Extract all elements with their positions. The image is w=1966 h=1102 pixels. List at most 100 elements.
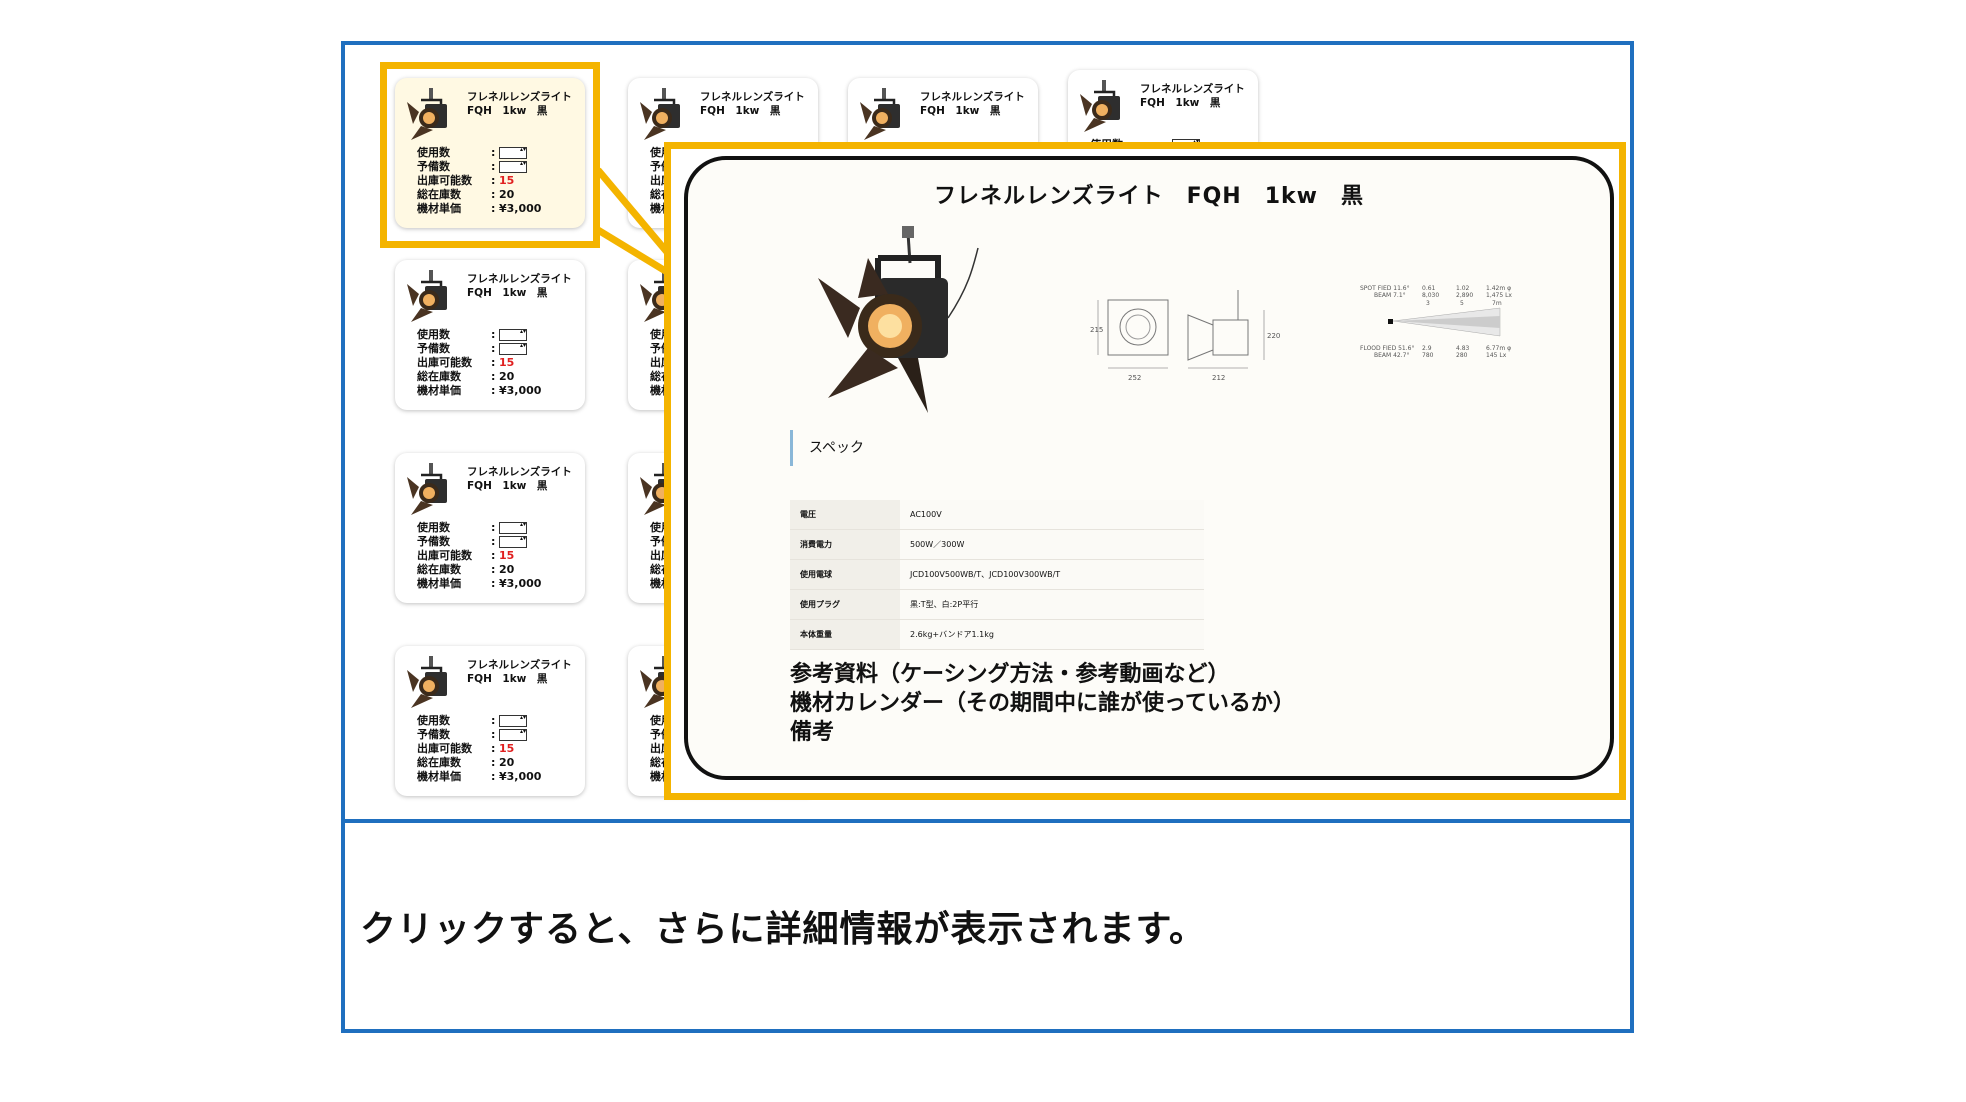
available-row: 出庫可能数:15 — [417, 742, 541, 756]
reference-materials-link[interactable]: 参考資料（ケーシング方法・参考動画など） — [790, 660, 1295, 689]
card-title-line1: フレネルレンズライト — [467, 466, 572, 478]
flood-label: FLOOD FIED 51.6° — [1360, 345, 1414, 352]
card-title-line2: FQH 1kw 黒 — [700, 105, 781, 117]
colon: : — [491, 328, 496, 341]
total-value: 20 — [499, 370, 515, 383]
card-title: フレネルレンズライト FQH 1kw 黒 — [467, 272, 572, 300]
colon: : — [491, 370, 496, 383]
equipment-calendar-link[interactable]: 機材カレンダー（その期間中に誰が使っているか） — [790, 689, 1295, 718]
label-total: 総在庫数 — [417, 563, 461, 576]
card-title: フレネルレンズライト FQH 1kw 黒 — [467, 658, 572, 686]
colon: : — [491, 577, 496, 590]
equipment-card[interactable]: フレネルレンズライトFQH 1kw 黒使用数:予備数:出庫可能数:15総在庫数:… — [395, 453, 585, 603]
use-count-stepper[interactable] — [499, 715, 527, 727]
equipment-card[interactable]: フレネルレンズライトFQH 1kw 黒使用数:予備数:出庫可能数:15総在庫数:… — [395, 646, 585, 796]
beam-photometric-chart: SPOT FIED 11.6° BEAM 7.1° 0.61 1.02 1.42… — [1360, 285, 1512, 359]
remarks-label: 備考 — [790, 720, 835, 745]
spec-key: 本体重量 — [790, 619, 900, 650]
flood-lux-2: 280 — [1456, 352, 1468, 359]
card-title-line2: FQH 1kw 黒 — [1140, 97, 1221, 109]
spot-lux-2: 2,890 — [1456, 292, 1473, 299]
spot-lux-3: 1,475 Lx — [1486, 292, 1512, 299]
frame-divider — [341, 819, 1634, 823]
spec-key: 使用電球 — [790, 559, 900, 590]
spec-heading: スペック — [790, 430, 864, 466]
fresnel-light-photo — [818, 226, 979, 413]
detail-title: フレネルレンズライト FQH 1kw 黒 — [934, 184, 1364, 209]
label-spare-count: 予備数 — [417, 728, 450, 741]
dim-h2: 220 — [1267, 332, 1280, 340]
colon: : — [491, 563, 496, 576]
total-row: 総在庫数:20 — [417, 563, 541, 577]
available-value: 15 — [499, 356, 515, 369]
flood-beam: BEAM 42.7° — [1374, 352, 1409, 359]
label-price: 機材単価 — [417, 770, 461, 783]
colon: : — [491, 728, 496, 741]
label-total: 総在庫数 — [417, 370, 461, 383]
label-spare-count: 予備数 — [417, 535, 450, 548]
spec-key: 電圧 — [790, 500, 900, 530]
price-row: 機材単価:¥3,000 — [417, 770, 541, 784]
flood-col-3: 6.77m φ — [1486, 345, 1511, 352]
spare-count-stepper[interactable] — [499, 343, 527, 355]
use-count-row: 使用数: — [417, 714, 541, 728]
colon: : — [491, 756, 496, 769]
colon: : — [491, 549, 496, 562]
label-total: 総在庫数 — [417, 756, 461, 769]
total-row: 総在庫数:20 — [417, 756, 541, 770]
label-available: 出庫可能数 — [417, 742, 472, 755]
dist-2: 5 — [1460, 300, 1464, 307]
equipment-card[interactable]: フレネルレンズライトFQH 1kw 黒使用数:予備数:出庫可能数:15総在庫数:… — [395, 260, 585, 410]
use-count-stepper[interactable] — [499, 329, 527, 341]
spare-count-stepper[interactable] — [499, 729, 527, 741]
spot-col-1: 0.61 — [1422, 285, 1436, 292]
fresnel-light-thumbnail — [405, 461, 457, 517]
spot-beam: BEAM 7.1° — [1374, 292, 1406, 299]
card-title-line2: FQH 1kw 黒 — [467, 287, 548, 299]
colon: : — [491, 770, 496, 783]
total-value: 20 — [499, 563, 515, 576]
label-price: 機材単価 — [417, 577, 461, 590]
card-title-line1: フレネルレンズライト — [1140, 83, 1245, 95]
spot-col-2: 1.02 — [1456, 285, 1470, 292]
label-available: 出庫可能数 — [417, 356, 472, 369]
spec-row: 使用プラグ 黒:T型、白:2P平行 — [790, 589, 1204, 620]
spec-value: 黒:T型、白:2P平行 — [900, 589, 1204, 620]
spot-col-3: 1.42m φ — [1486, 285, 1511, 292]
colon: : — [491, 521, 496, 534]
use-count-row: 使用数: — [417, 328, 541, 342]
card-rows: 使用数:予備数:出庫可能数:15総在庫数:20機材単価:¥3,000 — [417, 714, 541, 784]
spare-count-stepper[interactable] — [499, 536, 527, 548]
card-title: フレネルレンズライト FQH 1kw 黒 — [920, 90, 1025, 118]
price-value: ¥3,000 — [499, 770, 542, 783]
spot-lux-1: 8,030 — [1422, 292, 1439, 299]
card-title: フレネルレンズライト FQH 1kw 黒 — [1140, 82, 1245, 110]
card-rows: 使用数:予備数:出庫可能数:15総在庫数:20機材単価:¥3,000 — [417, 328, 541, 398]
colon: : — [491, 342, 496, 355]
card-title: フレネルレンズライト FQH 1kw 黒 — [700, 90, 805, 118]
card-title-line2: FQH 1kw 黒 — [467, 673, 548, 685]
spec-value: JCD100V500WB/T、JCD100V300WB/T — [900, 559, 1204, 590]
spec-row: 本体重量 2.6kg+バンドア1.1kg — [790, 619, 1204, 650]
label-spare-count: 予備数 — [417, 342, 450, 355]
flood-col-2: 4.83 — [1456, 345, 1470, 352]
label-use-count: 使用数 — [417, 521, 450, 534]
spec-key: 消費電力 — [790, 529, 900, 560]
spec-row: 消費電力 500W／300W — [790, 529, 1204, 560]
card-title-line1: フレネルレンズライト — [700, 91, 805, 103]
use-count-stepper[interactable] — [499, 522, 527, 534]
spec-row: 使用電球 JCD100V500WB/T、JCD100V300WB/T — [790, 559, 1204, 590]
total-value: 20 — [499, 756, 515, 769]
fresnel-light-thumbnail — [858, 86, 910, 142]
available-row: 出庫可能数:15 — [417, 356, 541, 370]
card-title: フレネルレンズライト FQH 1kw 黒 — [467, 465, 572, 493]
spec-row: 電圧 AC100V — [790, 500, 1204, 530]
available-value: 15 — [499, 742, 515, 755]
colon: : — [491, 356, 496, 369]
card-title-line1: フレネルレンズライト — [467, 659, 572, 671]
spec-table: 電圧 AC100V 消費電力 500W／300W 使用電球 JCD100V500WB/… — [790, 500, 1204, 650]
fresnel-light-thumbnail — [405, 654, 457, 710]
fresnel-light-thumbnail — [1078, 78, 1130, 134]
detail-notes: 参考資料（ケーシング方法・参考動画など） 機材カレンダー（その期間中に誰が使って… — [790, 660, 1295, 747]
card-title-line2: FQH 1kw 黒 — [920, 105, 1001, 117]
